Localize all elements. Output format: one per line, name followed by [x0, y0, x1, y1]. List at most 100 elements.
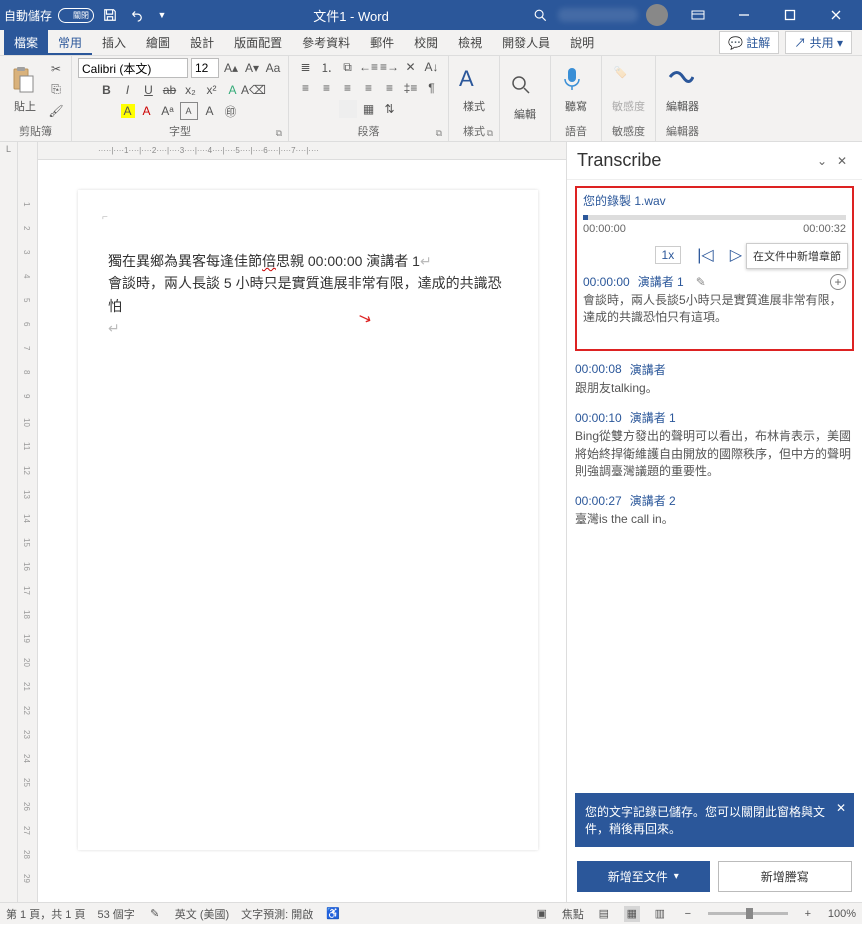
styles-button[interactable]: A樣式	[455, 64, 493, 116]
segment[interactable]: 00:00:27 演講者 2 臺灣is the call in。	[575, 492, 854, 528]
char-border-icon[interactable]: A	[180, 102, 198, 120]
bold-icon[interactable]: B	[98, 81, 116, 99]
tab-view[interactable]: 檢視	[448, 30, 492, 55]
zoom-level[interactable]: 100%	[828, 908, 856, 920]
segment[interactable]: 00:00:00 演講者 1 ✎ + 會談時，兩人長談5小時只是實質進展非常有限…	[583, 273, 846, 327]
ribbon-options-icon[interactable]	[676, 0, 720, 30]
strike-icon[interactable]: ab	[161, 81, 179, 99]
font-name-select[interactable]	[78, 58, 188, 78]
tab-design[interactable]: 設計	[180, 30, 224, 55]
clear-formatting-icon[interactable]: A⌫	[245, 81, 263, 99]
line-spacing-icon[interactable]: ‡≡	[402, 79, 420, 97]
asian-layout-icon[interactable]: ✕	[402, 58, 420, 76]
segment[interactable]: 00:00:08 演講者 跟朋友talking。	[575, 361, 854, 397]
maximize-button[interactable]	[768, 0, 812, 30]
web-layout-icon[interactable]: ▥	[652, 906, 668, 922]
sort-icon[interactable]: A↓	[423, 58, 441, 76]
close-button[interactable]	[814, 0, 858, 30]
accessibility-icon[interactable]: ♿	[325, 906, 341, 922]
search-icon[interactable]	[530, 5, 550, 25]
editor-button[interactable]: 編輯器	[662, 64, 703, 116]
tab-developer[interactable]: 開發人員	[492, 30, 560, 55]
decrease-indent-icon[interactable]: ←≡	[360, 58, 378, 76]
grow-font-icon[interactable]: A▴	[222, 59, 240, 77]
sensitivity-button[interactable]: 🏷️敏感度	[608, 64, 649, 116]
subscript-icon[interactable]: x₂	[182, 81, 200, 99]
align-right-icon[interactable]: ≡	[339, 79, 357, 97]
format-painter-icon[interactable]: 🖌	[47, 102, 65, 120]
justify-icon[interactable]: ≡	[360, 79, 378, 97]
read-mode-icon[interactable]: ▤	[596, 906, 612, 922]
document-area[interactable]: ⌐ 獨在異鄉為異客每逢佳節倍思親 00:00:00 演講者 1↵ 會談時，兩人長…	[38, 160, 566, 902]
paragraph-launcher-icon[interactable]: ⧉	[436, 128, 442, 139]
editing-button[interactable]: 編輯	[506, 72, 544, 124]
word-count[interactable]: 53 個字	[97, 906, 134, 922]
numbering-icon[interactable]: ⒈	[318, 58, 336, 76]
panel-close-icon[interactable]: ✕	[832, 154, 852, 168]
tab-mailings[interactable]: 郵件	[360, 30, 404, 55]
enclose-chars-icon[interactable]: ㊞	[222, 102, 240, 120]
banner-close-icon[interactable]: ✕	[836, 801, 846, 815]
minimize-button[interactable]	[722, 0, 766, 30]
font-launcher-icon[interactable]: ⧉	[276, 128, 282, 139]
font-color-icon[interactable]: A	[138, 102, 156, 120]
segment[interactable]: 00:00:10 演講者 1 Bing從雙方發出的聲明可以看出，布林肯表示，美國…	[575, 409, 854, 480]
underline-icon[interactable]: U	[140, 81, 158, 99]
tab-references[interactable]: 參考資料	[292, 30, 360, 55]
audio-progress[interactable]	[583, 215, 846, 220]
tab-draw[interactable]: 繪圖	[136, 30, 180, 55]
panel-collapse-icon[interactable]: ⌄	[812, 154, 832, 168]
playback-speed[interactable]: 1x	[655, 246, 682, 264]
multilevel-icon[interactable]: ⧉	[339, 58, 357, 76]
play-icon[interactable]: ▷	[730, 245, 742, 265]
font-size-select[interactable]	[191, 58, 219, 78]
document-page[interactable]: 獨在異鄉為異客每逢佳節倍思親 00:00:00 演講者 1↵ 會談時，兩人長談 …	[78, 190, 538, 850]
zoom-slider[interactable]	[708, 912, 788, 915]
tab-home[interactable]: 常用	[48, 30, 92, 55]
highlight-icon[interactable]: A	[121, 104, 135, 118]
edit-icon[interactable]: ✎	[696, 275, 706, 289]
avatar[interactable]	[646, 4, 668, 26]
page-count[interactable]: 第 1 頁，共 1 頁	[6, 906, 85, 922]
align-center-icon[interactable]: ≡	[318, 79, 336, 97]
add-to-document-button[interactable]: 新增至文件▾	[577, 861, 710, 892]
new-transcription-button[interactable]: 新增謄寫	[718, 861, 853, 892]
audio-file-name[interactable]: 您的錄製 1.wav	[583, 192, 846, 209]
tab-insert[interactable]: 插入	[92, 30, 136, 55]
distributed-icon[interactable]: ≡	[381, 79, 399, 97]
styles-launcher-icon[interactable]: ⧉	[487, 128, 493, 139]
vertical-ruler[interactable]: 1234567891011121314151617181920212223242…	[18, 142, 38, 902]
zoom-out-icon[interactable]: −	[680, 906, 696, 922]
copy-icon[interactable]: ⎘	[47, 81, 65, 99]
tab-layout[interactable]: 版面配置	[224, 30, 292, 55]
tab-stop-selector[interactable]: L	[0, 142, 18, 902]
autosave-toggle[interactable]: 關閉	[58, 8, 94, 23]
spellcheck-icon[interactable]: ✎	[147, 906, 163, 922]
tab-file[interactable]: 檔案	[4, 30, 48, 55]
shrink-font-icon[interactable]: A▾	[243, 59, 261, 77]
superscript-icon[interactable]: x²	[203, 81, 221, 99]
undo-icon[interactable]	[126, 5, 146, 25]
align-left-icon[interactable]: ≡	[297, 79, 315, 97]
horizontal-ruler[interactable]: ·····|····1····|····2····|····3····|····…	[38, 142, 566, 160]
asian-direction-icon[interactable]: ⇅	[381, 100, 399, 118]
borders-icon[interactable]: ▦	[360, 100, 378, 118]
zoom-in-icon[interactable]: +	[800, 906, 816, 922]
change-case-icon[interactable]: Aa	[264, 59, 282, 77]
comment-button[interactable]: 💬 註解	[719, 31, 779, 54]
focus-mode-icon[interactable]: ▣	[534, 906, 550, 922]
text-effects-icon[interactable]: A	[224, 81, 242, 99]
add-to-doc-icon[interactable]: +	[830, 274, 846, 290]
dictate-button[interactable]: 聽寫	[557, 64, 595, 116]
text-prediction[interactable]: 文字預測: 開啟	[241, 906, 313, 922]
shading-icon[interactable]	[339, 100, 357, 118]
bullets-icon[interactable]: ≣	[297, 58, 315, 76]
focus-label[interactable]: 焦點	[562, 906, 584, 922]
cut-icon[interactable]: ✂	[47, 60, 65, 78]
share-button[interactable]: ↗ 共用 ▾	[785, 31, 852, 54]
char-shading-icon[interactable]: A	[201, 102, 219, 120]
print-layout-icon[interactable]: ▦	[624, 906, 640, 922]
increase-indent-icon[interactable]: ≡→	[381, 58, 399, 76]
phonetic-icon[interactable]: Aᵃ	[159, 102, 177, 120]
paste-button[interactable]: 貼上	[6, 64, 44, 116]
